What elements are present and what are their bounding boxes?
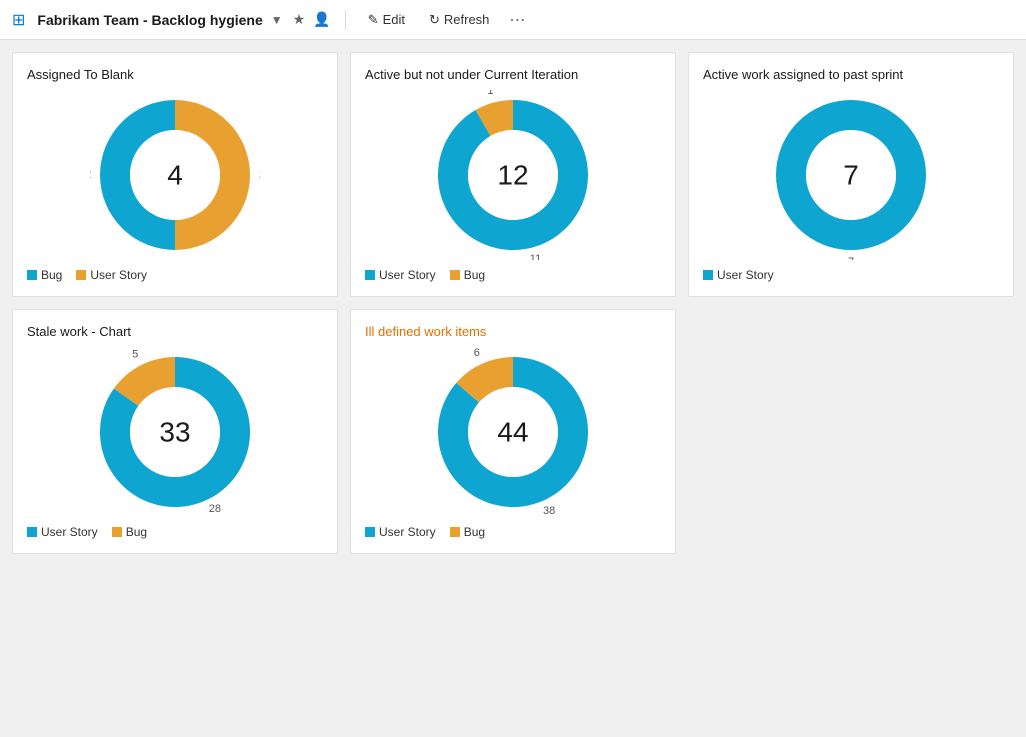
- legend-color: [27, 527, 37, 537]
- svg-text:7: 7: [848, 256, 854, 260]
- chart-area[interactable]: 11112: [365, 90, 661, 260]
- legend-label: User Story: [90, 268, 147, 282]
- card-title: Active work assigned to past sprint: [703, 67, 903, 82]
- svg-text:2: 2: [90, 169, 91, 181]
- chart-area[interactable]: 2 2 4: [27, 90, 323, 260]
- legend-item: User Story: [365, 525, 436, 539]
- card-active-past-sprint: Active work assigned to past sprint77Use…: [688, 52, 1014, 297]
- svg-text:28: 28: [209, 503, 221, 515]
- svg-text:4: 4: [167, 159, 183, 190]
- separator: [345, 10, 346, 30]
- chart-legend: User Story Bug: [365, 268, 485, 282]
- legend-color: [450, 527, 460, 537]
- legend-color: [27, 270, 37, 280]
- card-stale-work: Stale work - Chart 28 5 33 User Story Bug: [12, 309, 338, 554]
- refresh-label: Refresh: [444, 12, 490, 27]
- logo-icon: ⊞: [12, 10, 25, 30]
- edit-icon: ✎: [368, 12, 379, 28]
- chart-legend: User Story Bug: [365, 525, 485, 539]
- legend-item: Bug: [112, 525, 147, 539]
- chevron-down-icon[interactable]: ▼: [271, 13, 283, 27]
- legend-color: [76, 270, 86, 280]
- legend-color: [450, 270, 460, 280]
- edit-label: Edit: [383, 12, 405, 27]
- svg-text:33: 33: [159, 416, 190, 447]
- legend-color: [703, 270, 713, 280]
- svg-text:2: 2: [259, 169, 260, 181]
- legend-label: Bug: [126, 525, 147, 539]
- legend-label: User Story: [41, 525, 98, 539]
- chart-legend: User Story: [703, 268, 774, 282]
- svg-text:38: 38: [543, 505, 555, 517]
- refresh-icon: ↻: [429, 12, 440, 28]
- card-title: Assigned To Blank: [27, 67, 134, 82]
- page-title: Fabrikam Team - Backlog hygiene: [37, 12, 262, 28]
- svg-text:11: 11: [530, 253, 541, 260]
- legend-label: Bug: [41, 268, 62, 282]
- legend-item: User Story: [365, 268, 436, 282]
- card-title: Active but not under Current Iteration: [365, 67, 578, 82]
- more-icon[interactable]: ⋯: [505, 6, 529, 34]
- person-icon[interactable]: 👤: [313, 11, 330, 28]
- card-ill-defined: Ill defined work items 38 6 44 User Story Bug: [350, 309, 676, 554]
- card-assigned-to-blank: Assigned To Blank 2 2 4 Bug User Story: [12, 52, 338, 297]
- header: ⊞ Fabrikam Team - Backlog hygiene ▼ ★ 👤 …: [0, 0, 1026, 40]
- legend-item: Bug: [450, 268, 485, 282]
- chart-area[interactable]: 38 6 44: [365, 347, 661, 517]
- svg-text:6: 6: [474, 347, 480, 359]
- card-active-not-current: Active but not under Current Iteration11…: [350, 52, 676, 297]
- star-icon[interactable]: ★: [293, 11, 306, 28]
- legend-label: User Story: [379, 525, 436, 539]
- legend-item: User Story: [76, 268, 147, 282]
- svg-text:12: 12: [497, 159, 528, 190]
- svg-text:7: 7: [843, 159, 859, 190]
- legend-item: User Story: [27, 525, 98, 539]
- legend-color: [365, 527, 375, 537]
- legend-item: Bug: [450, 525, 485, 539]
- legend-color: [112, 527, 122, 537]
- svg-text:1: 1: [487, 90, 493, 97]
- chart-area[interactable]: 77: [703, 90, 999, 260]
- chart-legend: User Story Bug: [27, 525, 147, 539]
- dashboard: Assigned To Blank 2 2 4 Bug User Story Active …: [0, 40, 1026, 566]
- refresh-button[interactable]: ↻ Refresh: [421, 8, 497, 32]
- legend-label: Bug: [464, 525, 485, 539]
- card-title: Stale work - Chart: [27, 324, 131, 339]
- chart-area[interactable]: 28 5 33: [27, 347, 323, 517]
- legend-item: User Story: [703, 268, 774, 282]
- chart-legend: Bug User Story: [27, 268, 147, 282]
- svg-text:44: 44: [497, 416, 528, 447]
- card-title: Ill defined work items: [365, 324, 486, 339]
- legend-item: Bug: [27, 268, 62, 282]
- legend-color: [365, 270, 375, 280]
- legend-label: Bug: [464, 268, 485, 282]
- edit-button[interactable]: ✎ Edit: [360, 8, 413, 32]
- legend-label: User Story: [717, 268, 774, 282]
- legend-label: User Story: [379, 268, 436, 282]
- svg-text:5: 5: [132, 349, 138, 361]
